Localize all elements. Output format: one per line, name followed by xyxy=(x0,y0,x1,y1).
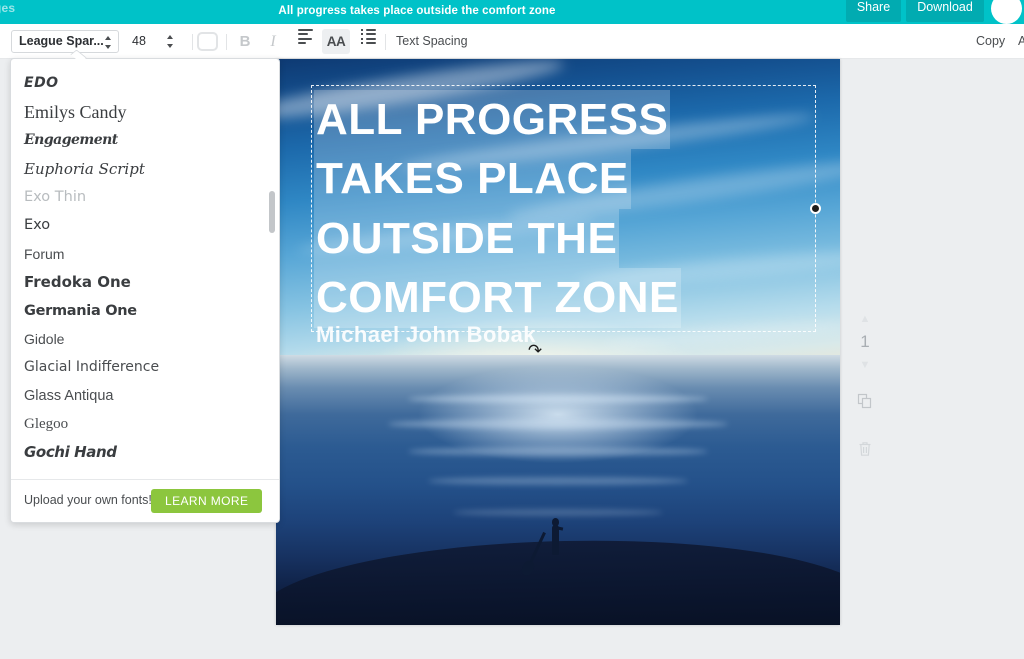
page-rail: ▲ 1 ▼ xyxy=(845,311,885,469)
bullet-list-icon[interactable] xyxy=(355,28,381,54)
page-number: 1 xyxy=(860,332,870,351)
align-left-glyph xyxy=(297,28,313,44)
font-list-item[interactable]: Economica xyxy=(11,59,279,69)
font-list-item[interactable]: Germania One xyxy=(11,297,279,325)
font-size-spinner-icon[interactable] xyxy=(167,35,174,48)
font-dropdown-footer: Upload your own fonts! LEARN MORE xyxy=(11,479,279,522)
list-glyph xyxy=(360,28,376,44)
uppercase-button[interactable]: AA xyxy=(322,29,350,54)
font-family-select[interactable]: League Spar... xyxy=(11,30,119,53)
font-list-scrollbar[interactable] xyxy=(269,65,275,475)
font-list-item[interactable]: Glegoo xyxy=(11,410,279,438)
headline-line: ALL PROGRESS xyxy=(314,90,671,150)
font-size-input[interactable]: 48 xyxy=(124,30,180,53)
paddleboarder-silhouette xyxy=(547,518,564,560)
design-canvas[interactable]: ALL PROGRESS TAKES PLACE OUTSIDE THE COM… xyxy=(276,59,840,625)
text-toolbar: League Spar... 48 B I AA Text Spacing Co… xyxy=(0,24,1024,59)
water-reflection xyxy=(388,419,728,429)
font-list-scrollbar-thumb[interactable] xyxy=(269,191,275,233)
font-list-item[interactable]: EDO xyxy=(11,69,279,97)
font-dropdown[interactable]: Economica EDO Emilys Candy Engagement Eu… xyxy=(10,58,280,523)
top-bar: ges All progress takes place outside the… xyxy=(0,0,1024,24)
font-size-value: 48 xyxy=(132,34,146,48)
ocean-background xyxy=(276,355,840,625)
font-list-item[interactable]: Emilys Candy xyxy=(11,98,279,126)
headline-line: TAKES PLACE xyxy=(314,149,631,209)
arrange-button[interactable]: A xyxy=(1018,30,1024,53)
toolbar-divider xyxy=(192,34,193,50)
page-down-arrow-icon[interactable]: ▼ xyxy=(845,357,885,373)
italic-button[interactable]: I xyxy=(262,29,284,54)
water-reflection xyxy=(408,447,708,456)
learn-more-button[interactable]: LEARN MORE xyxy=(151,489,263,513)
font-list-item[interactable]: Fredoka One xyxy=(11,268,279,296)
font-list-item[interactable]: Glass Antiqua xyxy=(11,382,279,410)
rotate-handle-icon[interactable]: ↷ xyxy=(526,342,544,360)
share-button[interactable]: Share xyxy=(846,0,901,22)
delete-page-icon[interactable] xyxy=(845,429,885,469)
font-list-item[interactable]: Glacial Indifference xyxy=(11,353,279,381)
font-list-item[interactable]: Exo xyxy=(11,211,279,239)
font-list-item[interactable]: Gochi Hand xyxy=(11,438,279,466)
font-family-label: League Spar... xyxy=(19,34,104,48)
water-reflection xyxy=(408,395,708,403)
author-text[interactable]: Michael John Bobak xyxy=(316,322,536,348)
water-reflection xyxy=(428,477,688,485)
download-button[interactable]: Download xyxy=(906,0,984,22)
font-family-spinner-icon[interactable] xyxy=(105,36,112,49)
font-list-item[interactable]: Exo Thin xyxy=(11,183,279,211)
copy-button[interactable]: Copy xyxy=(976,30,1005,53)
headline-line: OUTSIDE THE xyxy=(314,208,620,269)
font-list-item[interactable]: Euphoria Script xyxy=(11,155,279,183)
bold-button[interactable]: B xyxy=(234,29,256,54)
toolbar-divider xyxy=(385,34,386,50)
duplicate-page-icon[interactable] xyxy=(845,381,885,421)
text-color-swatch[interactable] xyxy=(197,32,218,51)
headline-text-block[interactable]: ALL PROGRESS TAKES PLACE OUTSIDE THE COM… xyxy=(314,90,712,328)
toolbar-divider xyxy=(226,34,227,50)
upload-fonts-label: Upload your own fonts! xyxy=(24,493,152,507)
text-spacing-button[interactable]: Text Spacing xyxy=(396,30,468,53)
font-list-item[interactable]: Gidole xyxy=(11,325,279,353)
resize-handle-right[interactable] xyxy=(810,202,821,214)
font-list-item[interactable]: Engagement xyxy=(11,126,279,154)
text-align-icon[interactable] xyxy=(292,28,318,54)
water-reflection xyxy=(453,509,663,516)
page-up-arrow-icon[interactable]: ▲ xyxy=(845,311,885,327)
font-list[interactable]: Economica EDO Emilys Candy Engagement Eu… xyxy=(11,59,279,481)
headline-line: COMFORT ZONE xyxy=(314,268,681,328)
font-list-item[interactable]: Forum xyxy=(11,240,279,268)
